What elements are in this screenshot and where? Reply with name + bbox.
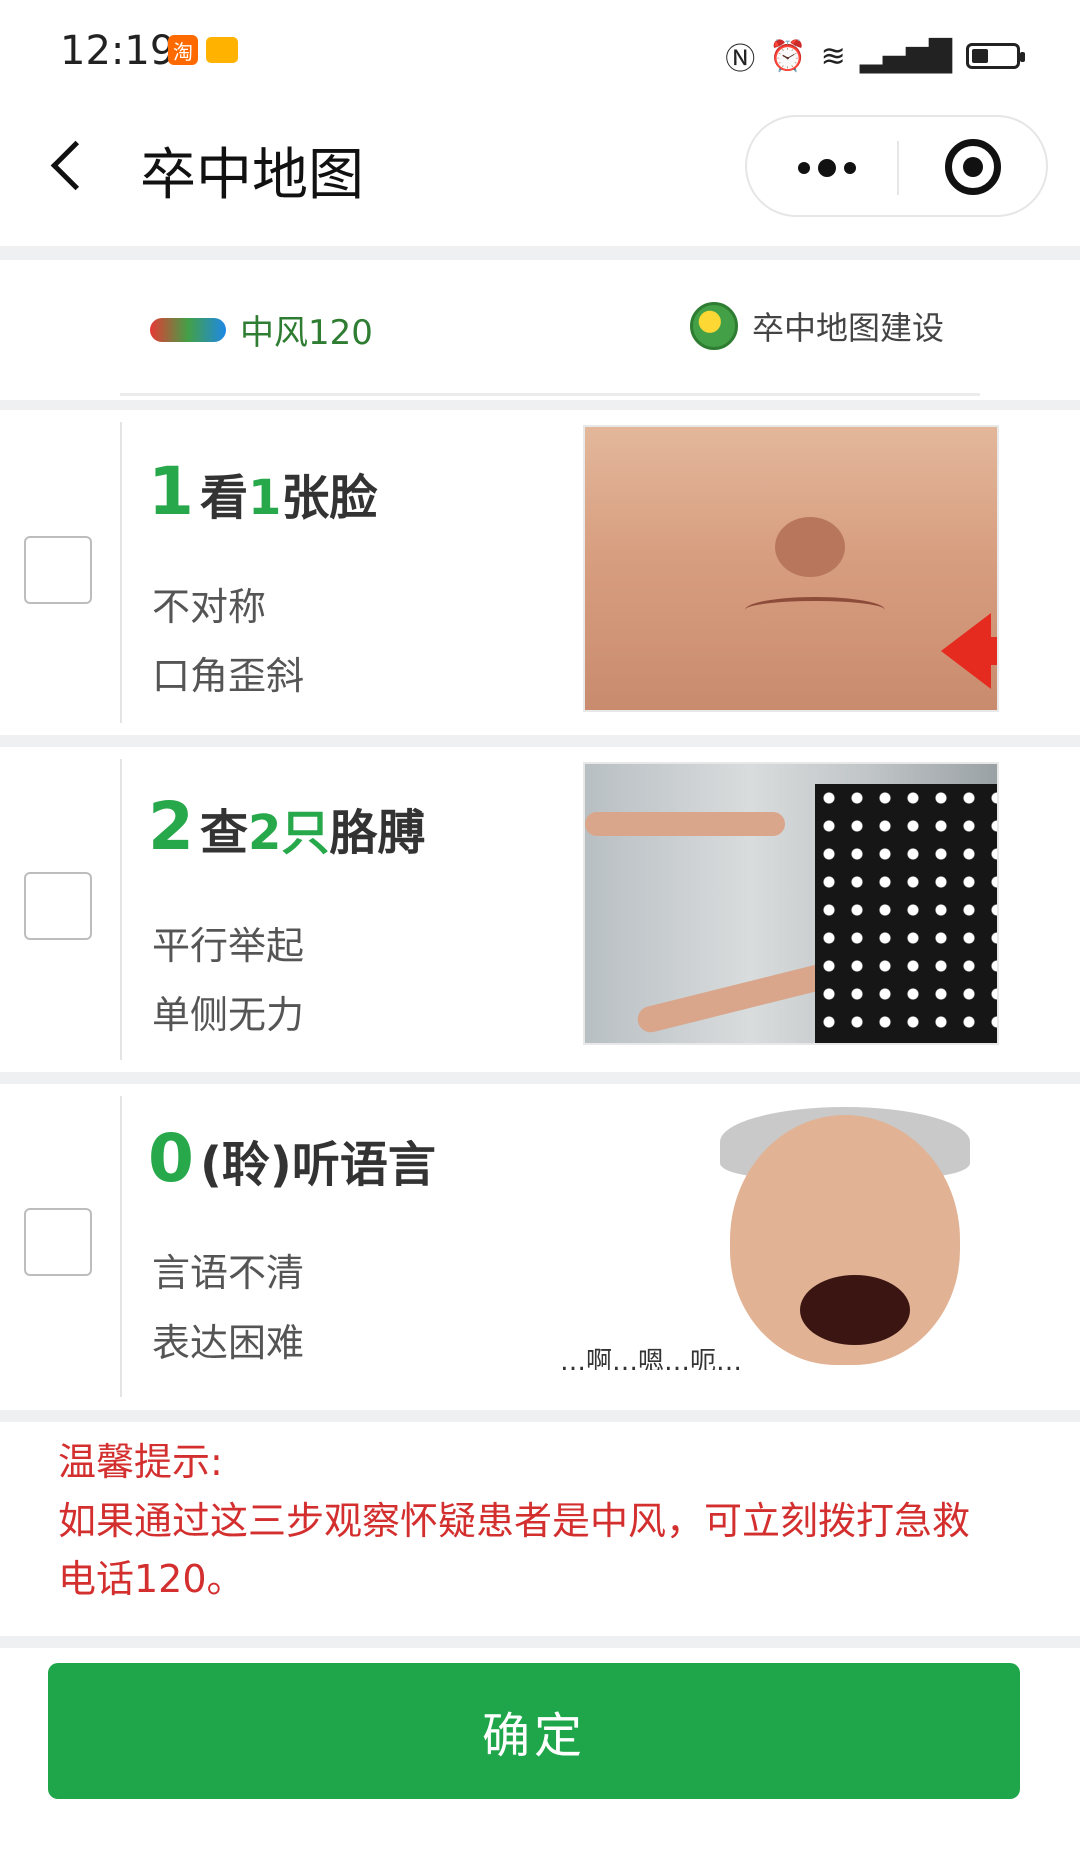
step-title-face: 1 看1张脸 [148,453,378,530]
step-checkbox-speech[interactable] [24,1208,92,1276]
more-dots-icon[interactable] [787,151,867,185]
signal-4g-icon: ▂▄▆█ [859,38,952,74]
stroke120-logo-icon [150,317,226,342]
target-icon[interactable] [945,139,1001,195]
brand-left-text: 中风120 [240,313,373,353]
card-divider [120,1096,122,1397]
speech-caption: …啊…嗯…呃… [560,1347,743,1370]
brand-divider [120,393,980,396]
status-bar: 12:19 淘 Ⓝ ⏰ ≋ ▂▄▆█ [0,0,1080,100]
tip-body: 如果通过这三步观察怀疑患者是中风，可立刻拨打急救电话120。 [58,1499,971,1601]
separator [0,1636,1080,1648]
brand-left: 中风120 [150,305,373,354]
alarm-icon: ⏰ [769,38,807,74]
step-desc-line: 言语不清 [152,1251,305,1295]
red-arrow-icon [941,613,997,689]
step-title-speech: 0 (聆)听语言 [148,1120,436,1197]
step-number: 0 [148,1120,194,1197]
mini-program-capsule [745,115,1048,217]
system-icons: Ⓝ ⏰ ≋ ▂▄▆█ [725,34,1025,78]
step-title-arms: 2 查2只胳膊 [148,788,426,865]
confirm-button[interactable]: 确定 [48,1663,1020,1799]
brand-right: 卒中地图建设 [690,302,944,350]
step-desc-line: 口角歪斜 [152,654,305,698]
separator [0,1410,1080,1422]
tip-title: 温馨提示: [58,1440,223,1484]
step-desc-line: 表达困难 [152,1321,305,1365]
battery-icon [966,43,1025,69]
asymmetric-face-image [583,425,999,712]
separator [0,246,1080,260]
step-desc-line: 单侧无力 [152,993,305,1037]
stroke-map-seal-icon [690,302,738,350]
step-checkbox-arms[interactable] [24,872,92,940]
status-time: 12:19 [60,28,176,74]
card-divider [120,422,122,723]
step-number: 1 [148,453,194,530]
separator [0,735,1080,747]
separator [0,400,1080,410]
nfc-icon: Ⓝ [725,42,756,77]
page-title: 卒中地图 [140,143,364,208]
back-chevron-icon[interactable] [50,140,101,191]
step-desc-line: 不对称 [152,585,267,629]
step-checkbox-face[interactable] [24,536,92,604]
step-desc-line: 平行举起 [152,924,305,968]
brand-right-text: 卒中地图建设 [752,309,945,347]
raised-arms-image [583,762,999,1045]
step-number: 2 [148,788,194,865]
speaking-man-image: …啊…嗯…呃… [560,1095,990,1370]
card-divider [120,759,122,1060]
taobao-icon: 淘 [168,35,198,65]
separator [0,1072,1080,1084]
mail-icon [206,37,238,63]
wifi-icon: ≋ [820,38,846,74]
capsule-divider [897,141,899,195]
